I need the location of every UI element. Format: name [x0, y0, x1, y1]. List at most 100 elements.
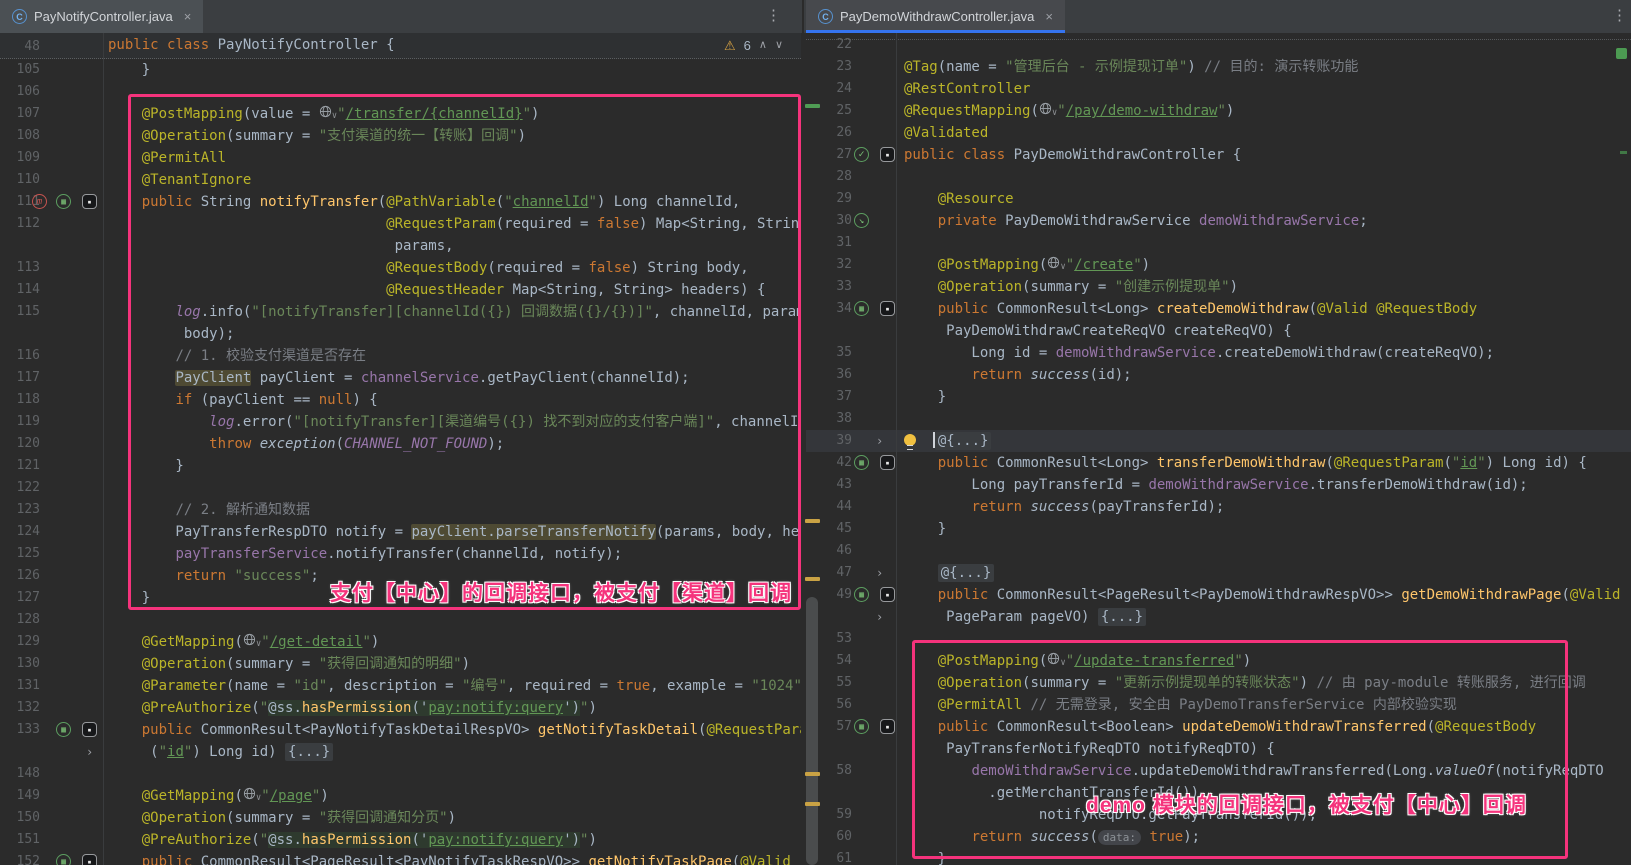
- editor-left[interactable]: 48 public class PayNotifyController { ⚠ …: [0, 33, 801, 865]
- bean-navigate-icon[interactable]: ↘: [854, 213, 869, 228]
- endpoint-run-icon[interactable]: ▦: [56, 722, 71, 737]
- next-warning-icon[interactable]: ∨: [775, 33, 783, 58]
- folded-code-chip[interactable]: {...}: [1098, 608, 1146, 626]
- code-line[interactable]: 112 @RequestParam(required = false) Map<…: [0, 213, 801, 235]
- code-line[interactable]: 37 }: [806, 386, 1631, 408]
- method-marker-icon[interactable]: m: [32, 194, 47, 209]
- close-icon[interactable]: ×: [184, 9, 192, 24]
- code-line[interactable]: 42▦▪ public CommonResult<Long> transferD…: [806, 452, 1631, 474]
- code-line[interactable]: 124 PayTransferRespDTO notify = payClien…: [0, 521, 801, 543]
- code-line[interactable]: 45 }: [806, 518, 1631, 540]
- folded-code-chip[interactable]: @{...}: [938, 564, 995, 582]
- code-line[interactable]: 121 }: [0, 455, 801, 477]
- code-line[interactable]: 39› @{...}: [806, 430, 1631, 452]
- endpoint-run-icon[interactable]: ▦: [854, 301, 869, 316]
- code-line[interactable]: 131 @Parameter(name = "id", description …: [0, 675, 801, 697]
- globe-icon[interactable]: [1039, 102, 1052, 124]
- code-line[interactable]: 117 PayClient payClient = channelService…: [0, 367, 801, 389]
- code-line[interactable]: 38: [806, 408, 1631, 430]
- code-line[interactable]: 123 // 2. 解析通知数据: [0, 499, 801, 521]
- code-line[interactable]: 36 return success(id);: [806, 364, 1631, 386]
- code-line[interactable]: 57▦▪ public CommonResult<Boolean> update…: [806, 716, 1631, 738]
- code-line[interactable]: 128: [0, 609, 801, 631]
- code-line[interactable]: 31: [806, 232, 1631, 254]
- openapi-icon[interactable]: ▪: [82, 722, 97, 737]
- globe-icon[interactable]: [243, 633, 256, 655]
- prev-warning-icon[interactable]: ∧: [759, 33, 767, 58]
- code-line[interactable]: 107 @PostMapping(value = ∨"/transfer/{ch…: [0, 103, 801, 125]
- scrollbar-thumb[interactable]: [806, 597, 818, 865]
- warning-stripe-mark[interactable]: [805, 802, 820, 806]
- globe-icon[interactable]: [319, 105, 332, 127]
- endpoint-run-icon[interactable]: ▦: [56, 194, 71, 209]
- more-menu-icon[interactable]: ⋮: [766, 6, 781, 24]
- code-line[interactable]: 61 }: [806, 848, 1631, 865]
- code-line[interactable]: 133▦▪ public CommonResult<PayNotifyTaskD…: [0, 719, 801, 741]
- code-line[interactable]: 108 @Operation(summary = "支付渠道的统一【转账】回调"…: [0, 125, 801, 147]
- code-line[interactable]: 27✓▪public class PayDemoWithdrawControll…: [806, 144, 1631, 166]
- code-line[interactable]: 33 @Operation(summary = "创建示例提现单"): [806, 276, 1631, 298]
- code-line[interactable]: 30↘ private PayDemoWithdrawService demoW…: [806, 210, 1631, 232]
- code-area[interactable]: 105 }106107 @PostMapping(value = ∨"/tran…: [0, 59, 801, 865]
- code-line[interactable]: 60 return success(data: true);: [806, 826, 1631, 848]
- openapi-icon[interactable]: ▪: [880, 587, 895, 602]
- code-line[interactable]: 110 @TenantIgnore: [0, 169, 801, 191]
- code-line[interactable]: 130 @Operation(summary = "获得回调通知的明细"): [0, 653, 801, 675]
- folded-code-chip[interactable]: {...}: [285, 743, 333, 761]
- tab-paynotifycontroller[interactable]: C PayNotifyController.java ×: [0, 0, 203, 33]
- intention-bulb-icon[interactable]: [904, 434, 916, 446]
- test-passed-icon[interactable]: ✓: [854, 147, 869, 162]
- openapi-icon[interactable]: ▪: [880, 147, 895, 162]
- code-line[interactable]: 24@RestController: [806, 78, 1631, 100]
- code-line[interactable]: PayTransferNotifyReqDTO notifyReqDTO) {: [806, 738, 1631, 760]
- code-line[interactable]: 149 @GetMapping(∨"/page"): [0, 785, 801, 807]
- globe-icon[interactable]: [1047, 256, 1060, 278]
- code-line[interactable]: 43 Long payTransferId = demoWithdrawServ…: [806, 474, 1631, 496]
- inspections-ok-icon[interactable]: [1616, 48, 1627, 59]
- code-line[interactable]: › ("id") Long id) {...}: [0, 741, 801, 763]
- code-line[interactable]: 151 @PreAuthorize("@ss.hasPermission('pa…: [0, 829, 801, 851]
- code-line[interactable]: 120 throw exception(CHANNEL_NOT_FOUND);: [0, 433, 801, 455]
- code-line[interactable]: 109 @PermitAll: [0, 147, 801, 169]
- openapi-icon[interactable]: ▪: [82, 194, 97, 209]
- openapi-icon[interactable]: ▪: [880, 301, 895, 316]
- code-line[interactable]: 34▦▪ public CommonResult<Long> createDem…: [806, 298, 1631, 320]
- code-line[interactable]: 116 // 1. 校验支付渠道是否存在: [0, 345, 801, 367]
- code-line[interactable]: 46: [806, 540, 1631, 562]
- warning-stripe-mark[interactable]: [805, 772, 820, 776]
- code-line[interactable]: 22: [806, 34, 1631, 56]
- code-line[interactable]: 148: [0, 763, 801, 785]
- endpoint-run-icon[interactable]: ▦: [854, 719, 869, 734]
- code-line[interactable]: › PageParam pageVO) {...}: [806, 606, 1631, 628]
- globe-icon[interactable]: [1047, 652, 1060, 674]
- code-line[interactable]: 118 if (payClient == null) {: [0, 389, 801, 411]
- openapi-icon[interactable]: ▪: [880, 719, 895, 734]
- code-line[interactable]: 119 log.error("[notifyTransfer][渠道编号({})…: [0, 411, 801, 433]
- code-line[interactable]: 47› @{...}: [806, 562, 1631, 584]
- code-line[interactable]: 28: [806, 166, 1631, 188]
- code-line[interactable]: PayDemoWithdrawCreateReqVO createReqVO) …: [806, 320, 1631, 342]
- code-line[interactable]: params,: [0, 235, 801, 257]
- fold-arrow-icon[interactable]: ›: [876, 562, 883, 584]
- code-line[interactable]: 115 log.info("[notifyTransfer][channelId…: [0, 301, 801, 323]
- code-line[interactable]: 26@Validated: [806, 122, 1631, 144]
- fold-arrow-icon[interactable]: ›: [86, 741, 93, 763]
- tab-paydemowithdrawcontroller[interactable]: C PayDemoWithdrawController.java ×: [806, 0, 1065, 33]
- close-icon[interactable]: ×: [1045, 9, 1053, 24]
- vcs-added-mark[interactable]: [805, 104, 820, 108]
- warning-stripe-mark[interactable]: [805, 577, 820, 581]
- code-line[interactable]: 29 @Resource: [806, 188, 1631, 210]
- code-line[interactable]: 152▦▪ public CommonResult<PageResult<Pay…: [0, 851, 801, 865]
- code-line[interactable]: 53: [806, 628, 1631, 650]
- code-line[interactable]: 111m▦▪ public String notifyTransfer(@Pat…: [0, 191, 801, 213]
- code-line[interactable]: 114 @RequestHeader Map<String, String> h…: [0, 279, 801, 301]
- code-line[interactable]: 55 @Operation(summary = "更新示例提现单的转账状态") …: [806, 672, 1631, 694]
- code-line[interactable]: 132 @PreAuthorize("@ss.hasPermission('pa…: [0, 697, 801, 719]
- code-line[interactable]: 129 @GetMapping(∨"/get-detail"): [0, 631, 801, 653]
- code-line[interactable]: 122: [0, 477, 801, 499]
- folded-code-chip[interactable]: @{...}: [935, 432, 992, 450]
- code-line[interactable]: 49▦▪ public CommonResult<PageResult<PayD…: [806, 584, 1631, 606]
- globe-icon[interactable]: [243, 787, 256, 809]
- code-line[interactable]: 44 return success(payTransferId);: [806, 496, 1631, 518]
- openapi-icon[interactable]: ▪: [82, 854, 97, 865]
